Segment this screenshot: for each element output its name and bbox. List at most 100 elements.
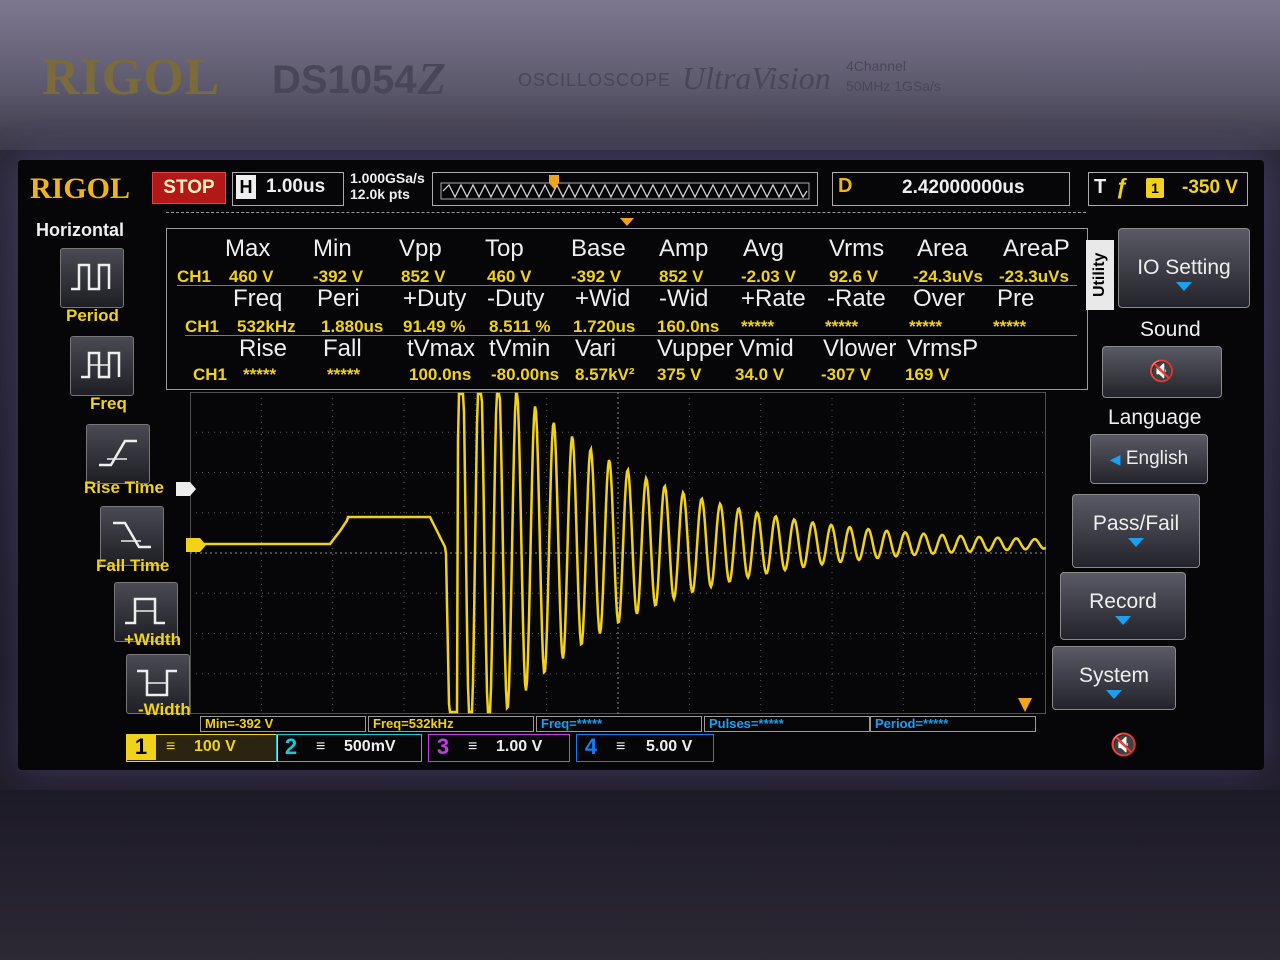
chevron-down-icon [1106, 690, 1122, 699]
trigger-edge-icon: ƒ [1116, 174, 1129, 199]
ch1-scale: 100 V [194, 738, 236, 755]
bezel-bottom [0, 790, 1280, 960]
neg-width-icon [137, 669, 177, 697]
meas-value: 92.6 V [829, 267, 879, 286]
memory-depth: 12.0k pts [350, 186, 410, 202]
meas-channel: CH1 [177, 267, 212, 286]
delay-label: D [838, 175, 853, 197]
meas-header: Over [913, 285, 966, 312]
sound-title: Sound [1140, 318, 1201, 341]
chevron-down-icon [1128, 538, 1144, 547]
meas-header: Amp [659, 235, 709, 262]
sample-rate: 1.000GSa/s [350, 170, 425, 186]
technology-logo: UltraVision [682, 60, 831, 96]
chevron-down-icon [1115, 616, 1131, 625]
neg-width-label: -Width [138, 700, 191, 719]
meas-header: tVmax [407, 335, 476, 362]
record-label: Record [1089, 590, 1157, 613]
info-pulses: Pulses=***** [704, 716, 870, 732]
run-state-badge[interactable]: STOP [152, 172, 226, 204]
waveform-display[interactable] [189, 391, 1047, 715]
meas-header: Top [485, 235, 524, 262]
system-button[interactable]: System [1052, 646, 1176, 710]
pass-fail-button[interactable]: Pass/Fail [1072, 494, 1200, 568]
freq-icon [81, 351, 121, 379]
fall-time-label: Fall Time [96, 556, 170, 575]
meas-value: 160.0ns [657, 317, 720, 336]
spec-channels: 4Channel [846, 58, 906, 74]
memory-waveform [440, 175, 810, 200]
sound-button[interactable]: 🔇 [1102, 346, 1222, 398]
period-label: Period [66, 306, 119, 325]
language-selector[interactable]: ◀ English [1090, 434, 1208, 484]
meas-value: -392 V [571, 267, 622, 286]
meas-value: 34.0 V [735, 365, 785, 384]
meas-header: -Rate [827, 285, 886, 312]
trigger-position-marker-icon [620, 218, 634, 226]
freq-label: Freq [90, 394, 127, 413]
meas-value: -2.03 V [741, 267, 796, 286]
coupling-icon: ≡ [468, 738, 478, 755]
meas-header: tVmin [489, 335, 551, 362]
chevron-down-icon [1176, 282, 1192, 291]
meas-header: Avg [743, 235, 784, 262]
info-min: Min=-392 V [200, 716, 366, 732]
freq-button[interactable] [70, 336, 134, 396]
meas-header: Vari [575, 335, 616, 362]
waveform-grid [189, 391, 1047, 715]
meas-value: -80.00ns [491, 365, 560, 384]
meas-value: 460 V [229, 267, 274, 286]
horizontal-menu-title: Horizontal [36, 220, 124, 240]
meas-header: Base [571, 235, 626, 262]
rise-time-label: Rise Time [84, 478, 165, 497]
trigger-label: T [1094, 176, 1107, 198]
trigger-source: 1 [1146, 178, 1164, 198]
screen-logo: RIGOL [30, 172, 131, 205]
language-title: Language [1108, 406, 1202, 429]
meas-value: 532kHz [237, 317, 296, 336]
utility-menu-tab[interactable]: Utility [1086, 240, 1114, 310]
coupling-icon: ≡ [316, 738, 326, 755]
ch2-scale: 500mV [344, 738, 396, 755]
meas-header: Area [917, 235, 968, 262]
meas-header: Vlower [823, 335, 897, 362]
meas-header: AreaP [1003, 235, 1070, 262]
horizontal-label: H [236, 175, 256, 199]
meas-header: Max [225, 235, 271, 262]
record-button[interactable]: Record [1060, 572, 1186, 640]
meas-header: Vupper [657, 335, 734, 362]
ch1-number: 1 [126, 734, 156, 760]
spec-rate: 50MHz 1GSa/s [846, 78, 941, 94]
meas-value: 100.0ns [409, 365, 472, 384]
meas-value: ***** [993, 317, 1027, 336]
meas-header: -Duty [487, 285, 545, 312]
model-badge: Z [418, 53, 447, 104]
meas-header: +Rate [741, 285, 806, 312]
triangle-left-icon: ◀ [1109, 451, 1121, 467]
meas-header: Vpp [399, 235, 442, 262]
meas-value: ***** [741, 317, 775, 336]
meas-header: Min [313, 235, 352, 262]
meas-value: 8.57kV² [575, 365, 635, 384]
period-button[interactable] [60, 248, 124, 308]
measurement-table: Max Min Vpp Top Base Amp Avg Vrms Area A… [166, 228, 1088, 390]
meas-channel: CH1 [185, 317, 220, 336]
meas-value: -307 V [821, 365, 872, 384]
speaker-muted-icon: 🔇 [1148, 360, 1176, 383]
ch3-scale: 1.00 V [496, 738, 543, 755]
model-name: DS1054 [272, 58, 417, 102]
meas-header: +Duty [403, 285, 467, 312]
rise-time-icon [99, 439, 137, 467]
meas-header: Freq [233, 285, 283, 312]
meas-header: -Wid [659, 285, 709, 312]
io-setting-button[interactable]: IO Setting [1118, 228, 1250, 308]
pass-fail-label: Pass/Fail [1092, 512, 1180, 535]
ch2-number: 2 [284, 734, 298, 759]
meas-header: Vrms [829, 235, 885, 262]
meas-value: -392 V [313, 267, 364, 286]
rise-time-button[interactable] [86, 424, 150, 484]
meas-value: -24.3uVs [913, 267, 983, 286]
speaker-muted-icon[interactable]: 🔇 [1110, 732, 1137, 758]
meas-value: ***** [327, 365, 361, 384]
meas-value: ***** [909, 317, 943, 336]
